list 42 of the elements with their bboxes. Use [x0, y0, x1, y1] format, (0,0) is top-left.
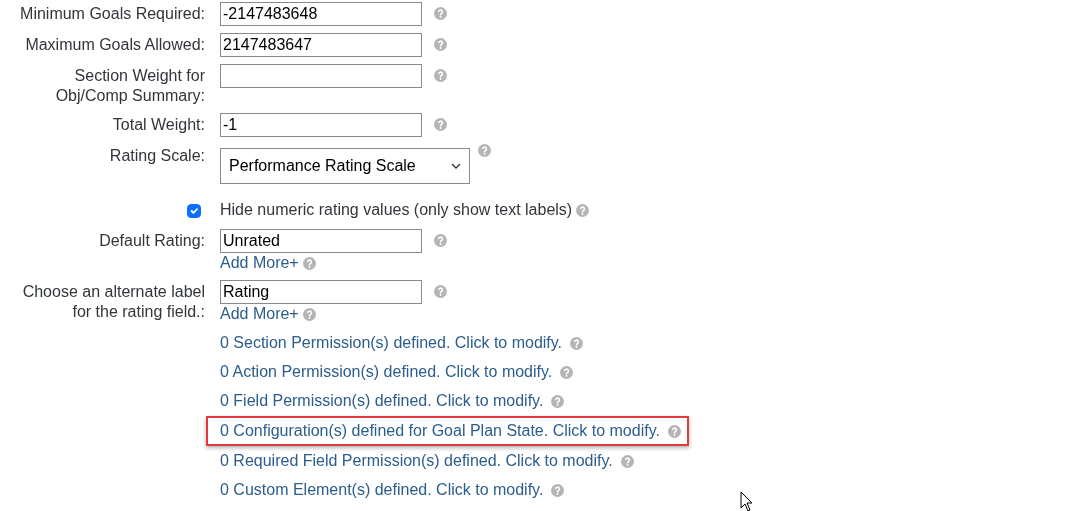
text-field[interactable]: Unrated — [220, 229, 422, 253]
permission-link[interactable]: 0 Action Permission(s) defined. Click to modify. — [220, 362, 553, 382]
field-label: Section Weight for Obj/Comp Summary: — [55, 67, 205, 104]
permission-link[interactable]: 0 Custom Element(s) defined. Click to modify. — [220, 480, 544, 500]
help-icon[interactable] — [576, 203, 590, 217]
help-icon[interactable] — [434, 7, 447, 20]
help-icon[interactable] — [570, 336, 584, 350]
help-icon[interactable] — [434, 69, 447, 82]
field-label: Total Weight: — [112, 116, 205, 133]
text-field[interactable]: 2147483647 — [220, 33, 422, 57]
help-icon[interactable] — [620, 454, 634, 468]
help-icon[interactable] — [560, 365, 574, 379]
help-icon[interactable] — [434, 38, 447, 51]
text-field[interactable]: -1 — [220, 113, 422, 137]
help-icon[interactable] — [667, 424, 681, 438]
rating-scale-dropdown[interactable]: Performance Rating Scale — [220, 148, 470, 184]
field-label: Default Rating: — [99, 232, 205, 249]
help-icon[interactable] — [434, 234, 447, 247]
permission-link[interactable]: 0 Configuration(s) defined for Goal Plan State. Click to modify. — [220, 421, 660, 441]
text-field[interactable]: -2147483648 — [220, 2, 422, 26]
caret-icon — [451, 163, 461, 169]
text-field[interactable]: Rating — [220, 280, 422, 304]
help-icon[interactable] — [551, 483, 565, 497]
add-more-link[interactable]: Add More+ — [220, 304, 299, 324]
help-icon[interactable] — [302, 307, 316, 321]
checkbox[interactable] — [187, 204, 201, 218]
mouse-cursor-icon — [740, 491, 754, 511]
permission-link[interactable]: 0 Field Permission(s) defined. Click to modify. — [220, 391, 544, 411]
help-icon[interactable] — [302, 256, 316, 270]
field-label: Rating Scale: — [109, 147, 205, 164]
field-label: Minimum Goals Required: — [20, 5, 205, 22]
checkbox-label: Hide numeric rating values (only show text labels) — [220, 200, 573, 220]
text-field[interactable] — [220, 64, 422, 88]
permission-link[interactable]: 0 Required Field Permission(s) defined. Click to modify. — [220, 451, 613, 471]
help-icon[interactable] — [434, 118, 447, 131]
permission-link[interactable]: 0 Section Permission(s) defined. Click to modify. — [220, 333, 563, 353]
add-more-link[interactable]: Add More+ — [220, 253, 299, 273]
field-label: Choose an alternate label for the rating field.: — [22, 283, 205, 320]
help-icon[interactable] — [551, 394, 565, 408]
help-icon[interactable] — [434, 285, 447, 298]
field-label: Maximum Goals Allowed: — [25, 36, 205, 53]
help-icon[interactable] — [478, 144, 491, 157]
